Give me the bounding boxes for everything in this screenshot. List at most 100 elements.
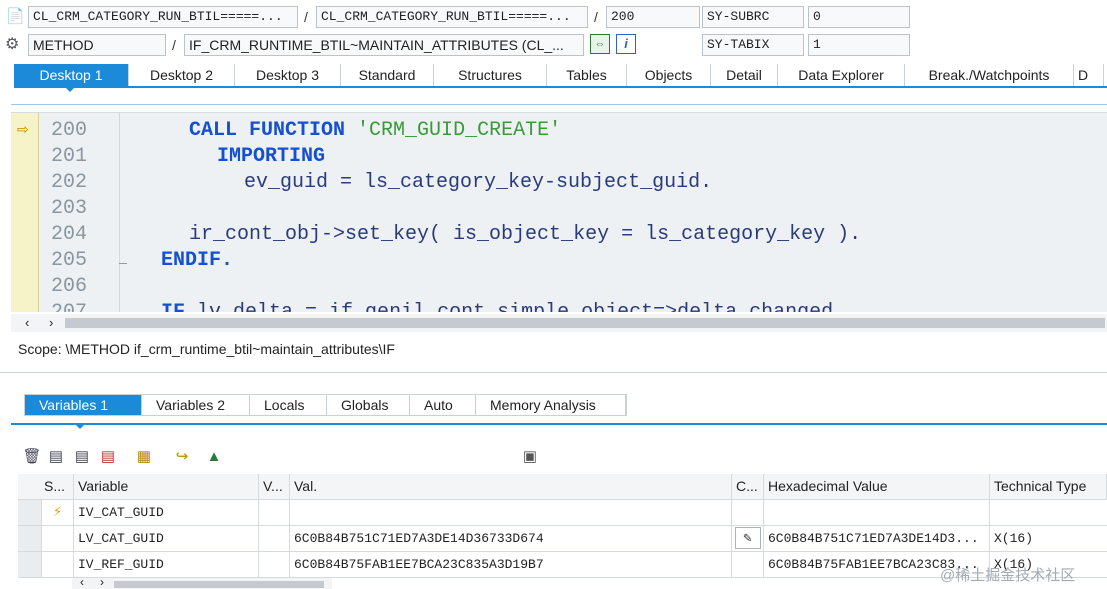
separator: / [172, 37, 176, 53]
column-header-value[interactable]: Val. [290, 474, 732, 499]
row-selector[interactable] [18, 500, 42, 525]
column-header-c[interactable]: C... [732, 474, 764, 499]
display-source-icon[interactable]: ⇔ [590, 34, 610, 54]
pencil-icon[interactable]: ✎ [734, 527, 761, 549]
method-gear-icon: ⚙ [5, 36, 20, 53]
delete-icon[interactable]: 🗑 [22, 446, 42, 468]
variable-cell[interactable]: LV_CAT_GUID [74, 526, 259, 551]
keyword: CALL FUNCTION [189, 119, 346, 142]
code-line-200: CALL FUNCTION 'CRM_GUID_CREATE' [189, 119, 561, 142]
keyword: ENDIF. [161, 249, 234, 272]
tab-desktop-2[interactable]: Desktop 2 [129, 64, 235, 86]
line-number: 207 [51, 301, 111, 312]
tab-underline [14, 86, 1107, 88]
tab-structures[interactable]: Structures [434, 64, 547, 86]
tab-auto[interactable]: Auto [410, 395, 476, 415]
settings-icon[interactable]: ▲ [204, 446, 224, 468]
save-icon[interactable]: ▣ [520, 446, 540, 468]
append-row-icon[interactable]: ▤ [72, 446, 92, 468]
hex-cell: 6C0B84B751C71ED7A3DE14D3... [764, 526, 990, 551]
status-cell [42, 526, 74, 551]
tab-desktop-1[interactable]: Desktop 1 [14, 64, 129, 86]
column-header-type[interactable]: Technical Type [990, 474, 1107, 499]
column-header-status[interactable]: S... [18, 474, 74, 499]
scroll-right-icon[interactable]: › [49, 314, 53, 332]
fold-marker [119, 263, 127, 264]
scroll-thumb[interactable] [65, 318, 1105, 328]
code-horizontal-scrollbar[interactable]: ‹ › [11, 314, 1107, 332]
event-field[interactable]: IF_CRM_RUNTIME_BTIL~MAINTAIN_ATTRIBUTES … [184, 34, 584, 56]
value-cell[interactable] [290, 500, 732, 525]
scroll-left-icon[interactable]: ‹ [25, 314, 29, 332]
grid-horizontal-scrollbar[interactable]: ‹ › [72, 575, 332, 589]
column-header-v[interactable]: V... [259, 474, 290, 499]
info-icon[interactable]: i [616, 34, 636, 54]
line-number: 200 [51, 119, 88, 142]
tab-locals[interactable]: Locals [250, 395, 327, 415]
column-header-hex[interactable]: Hexadecimal Value [764, 474, 990, 499]
variable-cell[interactable]: IV_REF_GUID [74, 552, 259, 577]
keyword: IMPORTING [217, 145, 326, 168]
v-cell [259, 500, 290, 525]
sysfield-name-1[interactable]: SY-SUBRC [702, 6, 804, 28]
scope-text: Scope: \METHOD if_crm_runtime_btil~maint… [18, 341, 395, 357]
variable-cell[interactable]: IV_CAT_GUID [74, 500, 259, 525]
value-cell[interactable]: 6C0B84B75FAB1EE7BCA23C835A3D19B7 [290, 552, 732, 577]
pane-divider [0, 372, 1107, 373]
v-cell [259, 526, 290, 551]
line-number: 201 [51, 145, 88, 168]
hex-cell [764, 500, 990, 525]
code-line-204: ir_cont_obj->set_key( is_object_key = ls… [189, 223, 862, 246]
tab-variables-1[interactable]: Variables 1 [25, 395, 142, 415]
tab-more[interactable]: D [1074, 64, 1104, 86]
insert-row-icon[interactable]: ▤ [46, 446, 66, 468]
sysfield-name-2[interactable]: SY-TABIX [702, 34, 804, 56]
pane-top-line [11, 104, 1107, 105]
line-number: 205 [51, 249, 88, 272]
line-field[interactable]: 200 [606, 6, 700, 28]
tab-standard[interactable]: Standard [341, 64, 434, 86]
program-field[interactable]: CL_CRM_CATEGORY_RUN_BTIL=====... [28, 6, 298, 28]
keyword: IF [161, 301, 185, 312]
breakpoint-gutter[interactable]: ⇨ [11, 113, 39, 312]
source-code-editor[interactable]: ⇨ 200 201 202 203 204 205 206 207 CALL F… [11, 112, 1107, 312]
table-row[interactable]: ⚡ IV_CAT_GUID [18, 500, 1107, 526]
table-row[interactable]: LV_CAT_GUID 6C0B84B751C71ED7A3DE14D36733… [18, 526, 1107, 552]
tab-globals[interactable]: Globals [327, 395, 410, 415]
scroll-thumb[interactable] [114, 581, 324, 588]
sysfield-value-2[interactable]: 1 [808, 34, 910, 56]
row-selector[interactable] [18, 526, 42, 551]
tab-desktop-3[interactable]: Desktop 3 [235, 64, 341, 86]
include-field[interactable]: CL_CRM_CATEGORY_RUN_BTIL=====... [316, 6, 588, 28]
column-header-variable[interactable]: Variable [74, 474, 259, 499]
code-line-201: IMPORTING [217, 145, 325, 168]
code-text: lv_delta = if_genil_cont_simple_object=>… [197, 301, 833, 312]
type-cell: X(16) [994, 531, 1034, 546]
status-cell [42, 552, 74, 577]
row-selector[interactable] [18, 552, 42, 577]
value-cell[interactable]: 6C0B84B751C71ED7A3DE14D36733D674 [290, 526, 732, 551]
fold-line [119, 113, 120, 312]
lightning-icon: ⚡ [52, 504, 63, 521]
export-icon[interactable]: ↪ [172, 446, 192, 468]
tab-data-explorer[interactable]: Data Explorer [778, 64, 905, 86]
status-cell: ⚡ [42, 500, 74, 525]
scroll-left-icon[interactable]: ‹ [80, 575, 84, 589]
tab-breakpoints[interactable]: Break./Watchpoints [905, 64, 1074, 86]
tab-memory-analysis[interactable]: Memory Analysis [476, 395, 626, 415]
tab-variables-2[interactable]: Variables 2 [142, 395, 250, 415]
sysfield-value-1[interactable]: 0 [808, 6, 910, 28]
tab-detail[interactable]: Detail [711, 64, 778, 86]
tab-objects[interactable]: Objects [627, 64, 711, 86]
scroll-right-icon[interactable]: › [100, 575, 104, 589]
line-number: 202 [51, 171, 88, 194]
line-numbers: 200 201 202 203 204 205 206 207 [39, 113, 107, 312]
delete-row-icon[interactable]: ▤ [98, 446, 118, 468]
event-type-field[interactable]: METHOD [28, 34, 166, 56]
document-icon: 📄 [6, 8, 25, 25]
tab-pointer-icon [74, 423, 86, 429]
layout-icon[interactable]: ▦ [134, 446, 154, 468]
separator: / [594, 9, 598, 25]
line-number: 204 [51, 223, 88, 246]
tab-tables[interactable]: Tables [547, 64, 627, 86]
